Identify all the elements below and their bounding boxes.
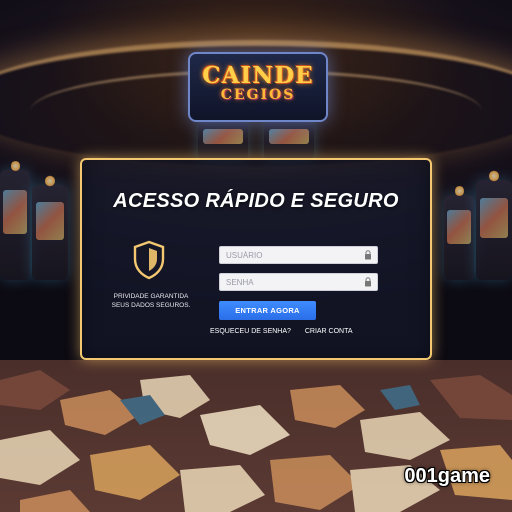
slot-machine [476,170,512,280]
login-panel: ACESSO RÁPIDO E SEGURO PRIVIDADE GARANTI… [80,158,432,360]
username-field[interactable] [219,246,378,264]
casino-background: CAINDE CEGIOS ACESSO RÁPIDO E SEGURO PRI… [0,0,512,512]
slot-machine [0,160,30,280]
slot-machine [32,175,68,280]
username-input[interactable] [220,247,360,263]
watermark: 001game [404,465,490,487]
slot-machine [264,122,314,160]
password-field[interactable] [219,273,378,291]
account-links: ESQUECEU DE SENHA? CRIAR CONTA [210,328,353,335]
sign-title: CAINDE [202,62,314,89]
login-title: ACESSO RÁPIDO E SEGURO [113,190,399,212]
casino-floor [0,360,512,512]
casino-sign: CAINDE CEGIOS [188,52,328,122]
privacy-line-1: PRIVIDADE GARANTIDA [113,293,189,300]
forgot-password-link[interactable]: ESQUECEU DE SENHA? [210,328,291,335]
password-input[interactable] [220,274,360,290]
enter-button[interactable]: ENTRAR AGORA [219,301,316,320]
lock-icon [365,250,371,260]
shield-icon [133,240,165,280]
privacy-text: PRIVIDADE GARANTIDA SEUS DADOS SEGUROS. [104,293,198,310]
slot-machine [444,185,474,280]
lock-icon [365,277,371,287]
create-account-link[interactable]: CRIAR CONTA [305,328,353,335]
sign-subtitle: CEGIOS [220,87,296,103]
slot-machine [198,122,248,160]
privacy-line-2: SEUS DADOS SEGUROS. [111,301,191,309]
